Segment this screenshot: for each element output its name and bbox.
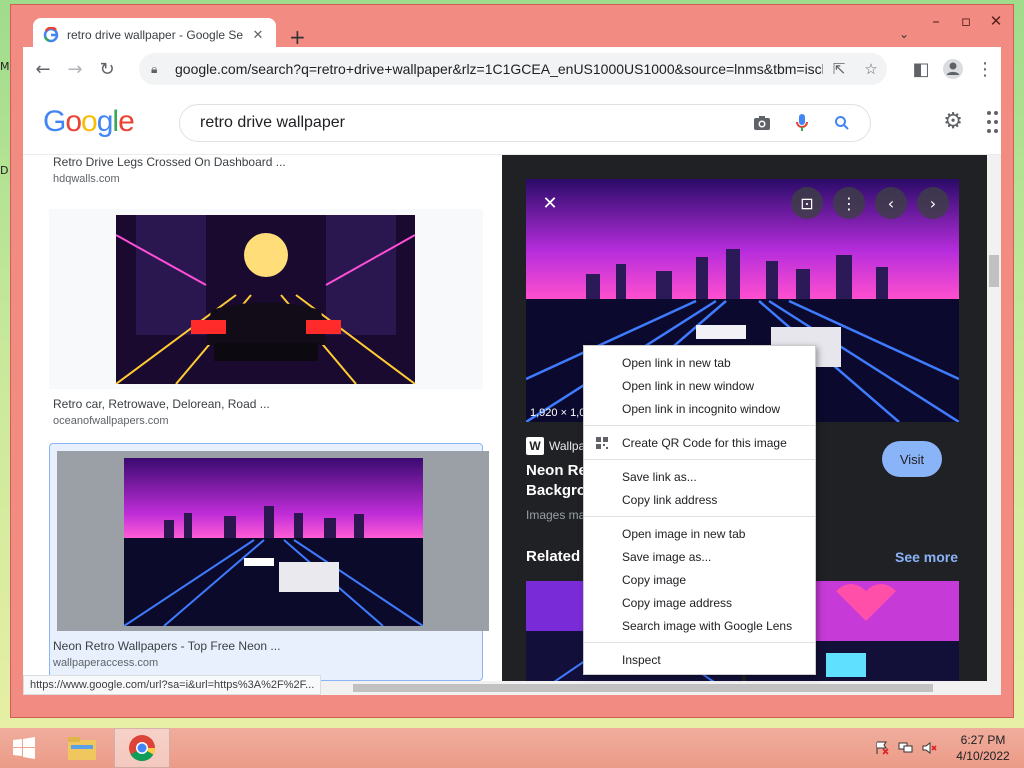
result-source[interactable]: oceanofwallpapers.com	[53, 415, 169, 427]
minimize-button[interactable]: –	[921, 11, 951, 31]
address-url[interactable]: google.com/search?q=retro+drive+wallpape…	[175, 61, 823, 77]
chrome-taskbar-icon[interactable]	[114, 728, 170, 768]
menu-open-link-new-tab[interactable]: Open link in new tab	[584, 351, 815, 374]
search-icon[interactable]	[822, 104, 862, 142]
menu-create-qr-code[interactable]: Create QR Code for this image	[584, 431, 815, 454]
system-clock[interactable]: 6:27 PM 4/10/2022	[942, 732, 1024, 764]
taskbar: 6:27 PM 4/10/2022	[0, 728, 1024, 768]
result-title[interactable]: Retro Drive Legs Crossed On Dashboard ..…	[53, 155, 286, 169]
menu-copy-image[interactable]: Copy image	[584, 568, 815, 591]
menu-separator	[584, 642, 815, 643]
address-bar[interactable]: 🔒︎ google.com/search?q=retro+drive+wallp…	[139, 53, 887, 85]
google-logo[interactable]: Google	[43, 105, 135, 139]
visit-button[interactable]: Visit	[882, 441, 942, 477]
tab-close-icon[interactable]: ✕	[250, 27, 266, 43]
lock-icon: 🔒︎	[151, 61, 158, 76]
google-favicon-icon	[43, 27, 59, 43]
neon-retro-image	[124, 458, 423, 626]
reload-icon[interactable]: ↻	[91, 53, 123, 85]
start-windows-icon[interactable]	[0, 728, 48, 768]
result-source[interactable]: hdqwalls.com	[53, 173, 120, 185]
close-preview-icon[interactable]: ✕	[534, 187, 566, 219]
delorean-road-image	[116, 215, 415, 384]
copyright-note: Images may	[526, 508, 592, 522]
context-menu: Open link in new tab Open link in new wi…	[583, 345, 816, 675]
maximize-button[interactable]: ▫	[951, 11, 981, 31]
menu-separator	[584, 425, 815, 426]
system-tray: 6:27 PM 4/10/2022	[870, 728, 1024, 768]
page-content: Google retro drive wallpaper ⚙ Retro Dri…	[23, 91, 1001, 695]
profile-avatar-icon[interactable]	[937, 53, 969, 85]
action-center-flag-icon[interactable]	[870, 738, 894, 758]
menu-open-link-incognito[interactable]: Open link in incognito window	[584, 397, 815, 420]
file-explorer-icon[interactable]	[54, 728, 110, 768]
side-panel-icon[interactable]: ◧	[905, 53, 937, 85]
menu-inspect[interactable]: Inspect	[584, 648, 815, 671]
vertical-scrollbar[interactable]	[987, 155, 1001, 695]
clock-date: 4/10/2022	[956, 749, 1010, 763]
new-tab-icon[interactable]: +	[289, 25, 306, 49]
settings-gear-icon[interactable]: ⚙	[943, 109, 963, 134]
result-title[interactable]: Retro car, Retrowave, Delorean, Road ...	[53, 397, 270, 411]
back-arrow-icon[interactable]: ←	[27, 53, 59, 85]
network-icon[interactable]	[894, 738, 918, 758]
browser-toolbar: ← → ↻ 🔒︎ google.com/search?q=retro+drive…	[23, 47, 1001, 91]
google-header: Google retro drive wallpaper ⚙	[23, 91, 1001, 155]
qr-code-icon	[596, 437, 608, 449]
see-more-link[interactable]: See more	[895, 549, 958, 565]
menu-copy-image-address[interactable]: Copy image address	[584, 591, 815, 614]
result-source[interactable]: wallpaperaccess.com	[53, 657, 158, 669]
result-thumbnail[interactable]	[124, 458, 423, 626]
browser-window: retro drive wallpaper - Google Se ✕ + ⌄ …	[10, 4, 1014, 718]
desktop-icon-label: D	[0, 164, 9, 177]
search-box[interactable]: retro drive wallpaper	[179, 104, 871, 142]
menu-search-google-lens[interactable]: Search image with Google Lens	[584, 614, 815, 637]
tab-title: retro drive wallpaper - Google Se	[67, 28, 244, 42]
next-chevron-icon[interactable]: ›	[917, 187, 949, 219]
microphone-icon[interactable]	[782, 104, 822, 142]
result-thumbnail[interactable]	[116, 215, 415, 384]
menu-save-link-as[interactable]: Save link as...	[584, 465, 815, 488]
search-query[interactable]: retro drive wallpaper	[200, 114, 742, 132]
forward-arrow-icon[interactable]: →	[59, 53, 91, 85]
desktop-icon-label: M	[0, 60, 10, 73]
tab-search-chevron-icon[interactable]: ⌄	[899, 27, 909, 41]
menu-copy-link-address[interactable]: Copy link address	[584, 488, 815, 511]
result-card[interactable]	[49, 209, 483, 389]
image-results-list: Retro Drive Legs Crossed On Dashboard ..…	[23, 155, 502, 695]
close-window-button[interactable]: ✕	[981, 11, 1011, 31]
tab-strip: retro drive wallpaper - Google Se ✕ + ⌄ …	[11, 5, 1013, 52]
volume-muted-icon[interactable]	[918, 738, 942, 758]
apps-grid-icon[interactable]	[987, 111, 1001, 135]
menu-separator	[584, 516, 815, 517]
menu-separator	[584, 459, 815, 460]
menu-open-link-new-window[interactable]: Open link in new window	[584, 374, 815, 397]
result-title[interactable]: Neon Retro Wallpapers - Top Free Neon ..…	[53, 639, 280, 653]
menu-save-image-as[interactable]: Save image as...	[584, 545, 815, 568]
share-icon[interactable]: ⇱	[823, 53, 855, 85]
link-status-bar: https://www.google.com/url?sa=i&url=http…	[23, 675, 322, 695]
menu-label: Create QR Code for this image	[622, 435, 787, 450]
wallpaperaccess-logo-icon: W	[526, 437, 544, 455]
lens-search-icon[interactable]: ⊡	[791, 187, 823, 219]
previous-chevron-icon[interactable]: ‹	[875, 187, 907, 219]
browser-menu-icon[interactable]: ⋮	[969, 53, 1001, 85]
bookmark-star-icon[interactable]: ☆	[855, 53, 887, 85]
menu-open-image-new-tab[interactable]: Open image in new tab	[584, 522, 815, 545]
clock-time: 6:27 PM	[960, 733, 1006, 747]
camera-icon[interactable]	[742, 104, 782, 142]
more-options-icon[interactable]: ⋮	[833, 187, 865, 219]
